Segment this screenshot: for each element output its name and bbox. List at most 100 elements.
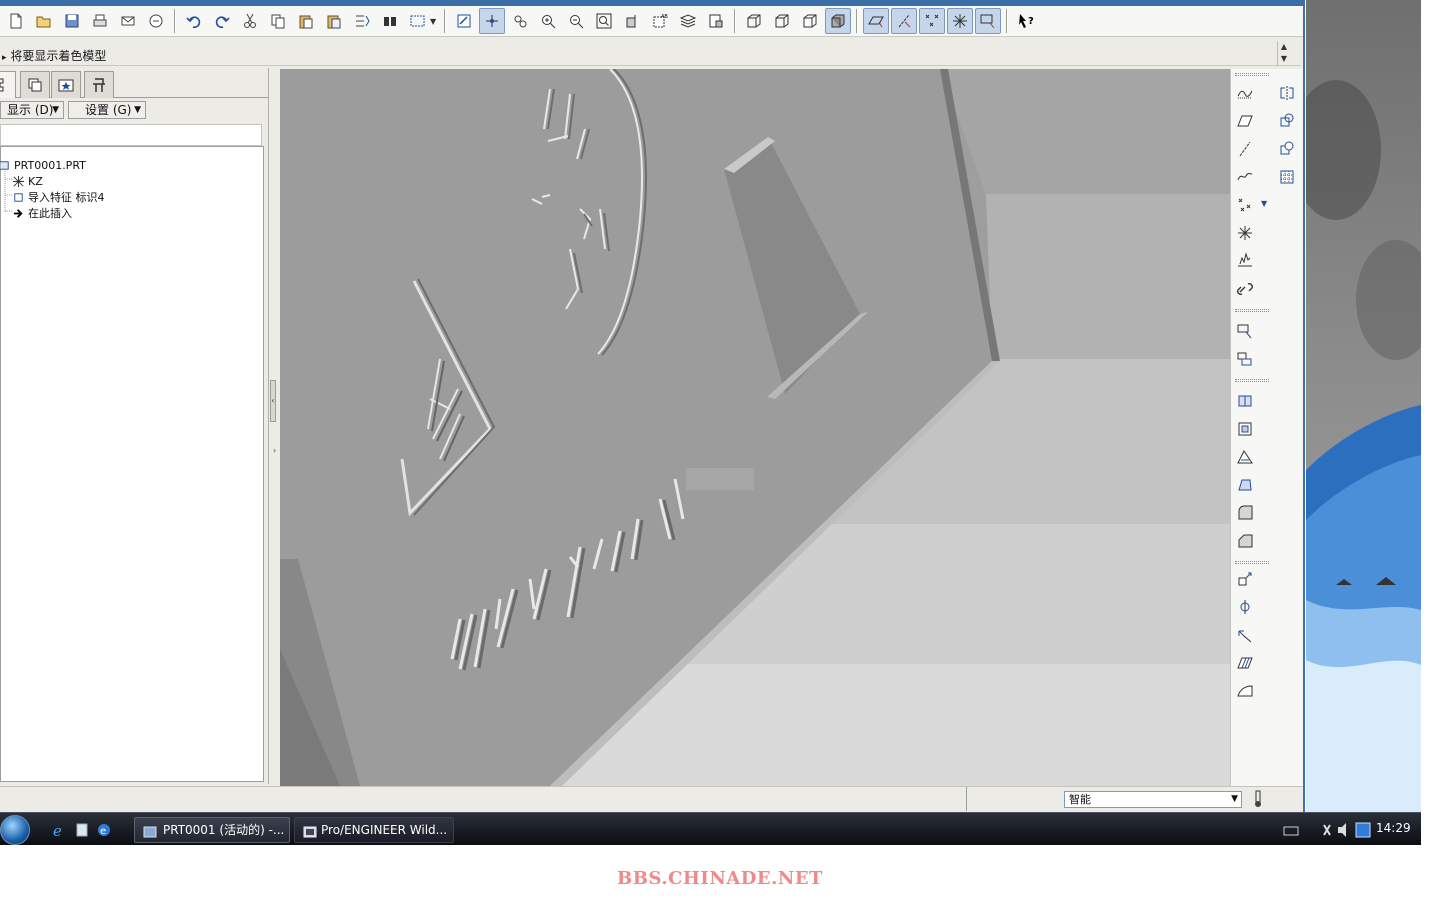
datum-plane-icon[interactable] — [1233, 109, 1257, 133]
taskbar-clock[interactable]: 14:29 — [1376, 821, 1411, 835]
selection-box-icon[interactable] — [405, 8, 431, 34]
tree-connector-lines — [4, 171, 13, 213]
orient-mode-icon[interactable] — [507, 8, 533, 34]
find-icon[interactable] — [377, 8, 403, 34]
status-bar: 智能 ▼ — [0, 786, 1303, 811]
mirror-tool-icon[interactable] — [1275, 81, 1299, 105]
regenerate-icon[interactable] — [349, 8, 375, 34]
wireframe-icon[interactable] — [741, 8, 767, 34]
favorites-tab[interactable] — [51, 71, 81, 98]
message-scrollbar[interactable]: ▲ ▼ — [1277, 41, 1290, 66]
revolve-tool-icon[interactable] — [1233, 417, 1257, 441]
selection-dropdown-arrow[interactable]: ▼ — [430, 17, 436, 26]
trim-tool-icon[interactable] — [1275, 137, 1299, 161]
view-manager-icon[interactable] — [703, 8, 729, 34]
paste-icon[interactable] — [293, 8, 319, 34]
hidden-line-icon[interactable] — [769, 8, 795, 34]
connections-tab[interactable] — [84, 71, 114, 98]
chain-link-icon[interactable] — [1233, 277, 1257, 301]
offset-tool-icon[interactable] — [1233, 567, 1257, 591]
csys-tool-icon[interactable] — [1233, 221, 1257, 245]
toolbar-grip[interactable] — [1235, 379, 1269, 382]
saved-views-icon[interactable]: AB — [647, 8, 673, 34]
tree-filter-field[interactable] — [0, 124, 262, 146]
settings-dropdown[interactable]: 设置 (G) ▼ — [68, 101, 146, 119]
desktop-wallpaper — [1306, 0, 1421, 812]
folder-browser-tab[interactable] — [20, 71, 50, 98]
boundary-blend-icon[interactable] — [1233, 651, 1257, 675]
copy-icon[interactable] — [265, 8, 291, 34]
annotation-tool-icon[interactable] — [1233, 319, 1257, 343]
toolbar-grip[interactable] — [1235, 73, 1269, 76]
taskbar-item-proengineer[interactable]: Pro/ENGINEER Wild... — [294, 817, 454, 843]
regeneration-status-icon[interactable] — [1250, 790, 1266, 808]
email-link-icon[interactable] — [143, 8, 169, 34]
spin-center-icon[interactable] — [479, 8, 506, 34]
cut-icon[interactable] — [237, 8, 263, 34]
volume-icon — [1338, 823, 1346, 837]
save-icon[interactable] — [59, 8, 85, 34]
paste-special-icon[interactable] — [321, 8, 347, 34]
open-folder-icon[interactable] — [31, 8, 57, 34]
navigator-splitter[interactable] — [268, 68, 278, 784]
display-dropdown[interactable]: 显示 (D) ▼ — [0, 101, 64, 119]
collapse-navigator-button[interactable]: ‹ — [270, 380, 276, 422]
datum-curve-icon[interactable] — [1233, 165, 1257, 189]
tree-item-import-feature[interactable]: 导入特征 标识4 — [11, 189, 105, 205]
proe-application-window: ▼ AB ? ▸ 将要显示着色模型 ▲ ▼ 显示 (D) ▼ 设置 (G) ▼ … — [0, 0, 1305, 812]
undo-icon[interactable] — [181, 8, 207, 34]
graphics-viewport[interactable] — [280, 69, 1230, 786]
shaded-model — [280, 69, 1230, 786]
toolbar-grip[interactable] — [1235, 309, 1269, 312]
email-icon[interactable] — [115, 8, 141, 34]
svg-text:AB: AB — [661, 14, 668, 20]
style-surface-icon[interactable] — [1233, 679, 1257, 703]
model-tree-tab[interactable] — [0, 71, 16, 98]
draft-tool-icon[interactable] — [1233, 445, 1257, 469]
internet-explorer-icon[interactable]: e — [52, 822, 68, 840]
shading-icon[interactable] — [825, 8, 852, 34]
datum-points-icon[interactable] — [919, 8, 946, 34]
merge-tool-icon[interactable] — [1275, 109, 1299, 133]
coordinate-systems-icon[interactable] — [947, 8, 974, 34]
layers-icon[interactable] — [675, 8, 701, 34]
shell-tool-icon[interactable] — [1233, 473, 1257, 497]
datum-axis-icon[interactable] — [1233, 137, 1257, 161]
print-icon[interactable] — [87, 8, 113, 34]
show-desktop-icon[interactable] — [74, 822, 90, 838]
repaint-icon[interactable] — [451, 8, 477, 34]
text-highlight-box — [686, 468, 754, 490]
sketch-tool-icon[interactable] — [1233, 81, 1257, 105]
round-tool-icon[interactable] — [1233, 501, 1257, 525]
solidify-tool-icon[interactable] — [1233, 623, 1257, 647]
selection-filter-value: 智能 — [1069, 793, 1091, 806]
context-help-icon[interactable]: ? — [1013, 8, 1039, 34]
pattern-tool-icon[interactable] — [1275, 165, 1299, 189]
note-tool-icon[interactable] — [1233, 347, 1257, 371]
refit-icon[interactable] — [591, 8, 617, 34]
redo-icon[interactable] — [209, 8, 235, 34]
toolbar-separator — [444, 9, 447, 33]
extrude-tool-icon[interactable] — [1233, 389, 1257, 413]
datum-point-icon[interactable] — [1233, 193, 1257, 217]
selection-filter-dropdown[interactable]: 智能 ▼ — [1064, 791, 1242, 808]
toolbar-separator — [1006, 9, 1009, 33]
switch-windows-icon[interactable]: e — [96, 822, 112, 838]
expand-arrow-icon[interactable]: › — [273, 446, 276, 455]
reorient-icon[interactable] — [619, 8, 645, 34]
chamfer-tool-icon[interactable] — [1233, 529, 1257, 553]
datum-point-dropdown-arrow[interactable]: ▼ — [1261, 199, 1267, 208]
datum-planes-icon[interactable] — [863, 8, 890, 34]
start-button[interactable] — [0, 815, 30, 845]
toolbar-grip[interactable] — [1235, 561, 1269, 564]
analysis-feature-icon[interactable] — [1233, 249, 1257, 273]
zoom-out-icon[interactable] — [563, 8, 589, 34]
status-divider — [966, 787, 967, 811]
thicken-tool-icon[interactable] — [1233, 595, 1257, 619]
datum-axes-icon[interactable] — [891, 8, 918, 34]
new-file-icon[interactable] — [3, 8, 29, 34]
taskbar-item-prt0001[interactable]: PRT0001 (活动的) -... — [134, 817, 290, 843]
annotations-icon[interactable] — [975, 8, 1002, 34]
no-hidden-icon[interactable] — [797, 8, 823, 34]
zoom-in-icon[interactable] — [535, 8, 561, 34]
